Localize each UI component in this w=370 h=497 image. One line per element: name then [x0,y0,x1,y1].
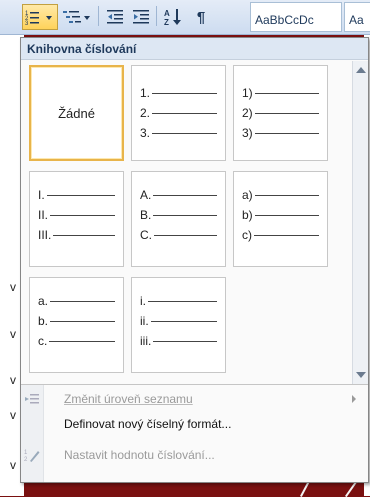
marker: c. [38,334,48,348]
marker: b) [242,208,253,222]
increase-indent-icon [133,10,149,24]
tile-numeric-period[interactable]: 1. 2. 3. [131,65,226,161]
tile-roman-upper[interactable]: I. II. III. [29,171,124,267]
marker: ii. [140,314,149,328]
decrease-indent-icon [107,10,123,24]
style-preview-text: Aa [349,13,364,27]
marker: A. [140,188,152,202]
marker: 3. [140,126,151,140]
menu-item-label: Změnit úroveň seznamu [64,392,193,406]
marker: b. [38,314,49,328]
svg-text:A: A [164,9,170,18]
menu-item-label: Nastavit hodnotu číslování... [64,448,215,462]
svg-text:1: 1 [24,450,28,456]
sort-button[interactable]: A Z [160,4,186,30]
style-no-spacing[interactable]: Aa [344,2,370,32]
numbering-library-dropdown: Knihovna číslování Žádné 1. 2. 3. 1) 2) … [20,37,369,483]
menu-divider [21,384,368,385]
show-formatting-button[interactable]: ¶ [188,4,214,30]
marker: a. [38,294,49,308]
doc-fragment: v [10,373,16,387]
marker: B. [140,208,152,222]
pilcrow-icon: ¶ [196,8,206,26]
doc-fragment: v [10,327,16,341]
scroll-up-icon[interactable] [356,67,366,73]
tile-roman-lower[interactable]: i. ii. iii. [131,277,226,373]
multilevel-list-icon [63,11,90,23]
marker: 1) [242,86,253,100]
tile-numeric-paren[interactable]: 1) 2) 3) [233,65,328,161]
marker: i. [140,294,146,308]
tile-alpha-lower-paren[interactable]: a) b) c) [233,171,328,267]
ribbon: 1 2 3 A Z ¶ AaBbCcDc Aa [0,0,370,35]
ribbon-separator [98,6,99,26]
gallery-scrollbar[interactable] [352,61,368,384]
set-numbering-value-item[interactable]: 12 Nastavit hodnotu číslování... [21,443,368,467]
set-value-icon: 12 [24,450,40,463]
submenu-arrow-icon [352,395,356,403]
doc-fragment: v [10,280,16,294]
marker: I. [38,188,45,202]
scroll-down-icon[interactable] [356,372,366,378]
marker: III. [38,228,52,242]
svg-text:3: 3 [25,21,29,25]
decrease-indent-button[interactable] [102,4,128,30]
multilevel-list-button[interactable] [60,4,96,30]
list-level-icon [25,394,39,404]
svg-text:Z: Z [164,18,169,26]
tile-none-label: Žádné [58,105,95,121]
marker: 2. [140,106,151,120]
sort-az-icon: A Z [164,9,181,26]
ribbon-separator [156,6,157,26]
marker: II. [38,208,49,222]
marker: C. [140,228,152,242]
svg-text:2: 2 [24,457,28,463]
style-normal[interactable]: AaBbCcDc [250,2,342,32]
marker: 3) [242,126,253,140]
tile-alpha-upper[interactable]: A. B. C. [131,171,226,267]
doc-fragment: v [10,408,16,422]
increase-indent-button[interactable] [128,4,154,30]
marker: a) [242,188,253,202]
numbering-gallery: Žádné 1. 2. 3. 1) 2) 3) I. II. III. A. B… [21,61,351,384]
numbered-list-icon: 1 2 3 [25,11,52,25]
marker: 2) [242,106,253,120]
tile-alpha-lower-period[interactable]: a. b. c. [29,277,124,373]
marker: iii. [140,334,152,348]
change-list-level-item[interactable]: Změnit úroveň seznamu [21,387,368,411]
numbering-button[interactable]: 1 2 3 [22,4,58,30]
marker: c) [242,228,252,242]
define-number-format-item[interactable]: Definovat nový číselný formát... [21,412,368,436]
doc-fragment: v [10,458,16,472]
menu-item-label: Definovat nový číselný formát... [64,417,232,431]
style-preview-text: AaBbCcDc [255,13,314,27]
tile-none[interactable]: Žádné [29,65,124,161]
marker: 1. [140,86,151,100]
menu-title: Knihovna číslování [21,38,368,60]
